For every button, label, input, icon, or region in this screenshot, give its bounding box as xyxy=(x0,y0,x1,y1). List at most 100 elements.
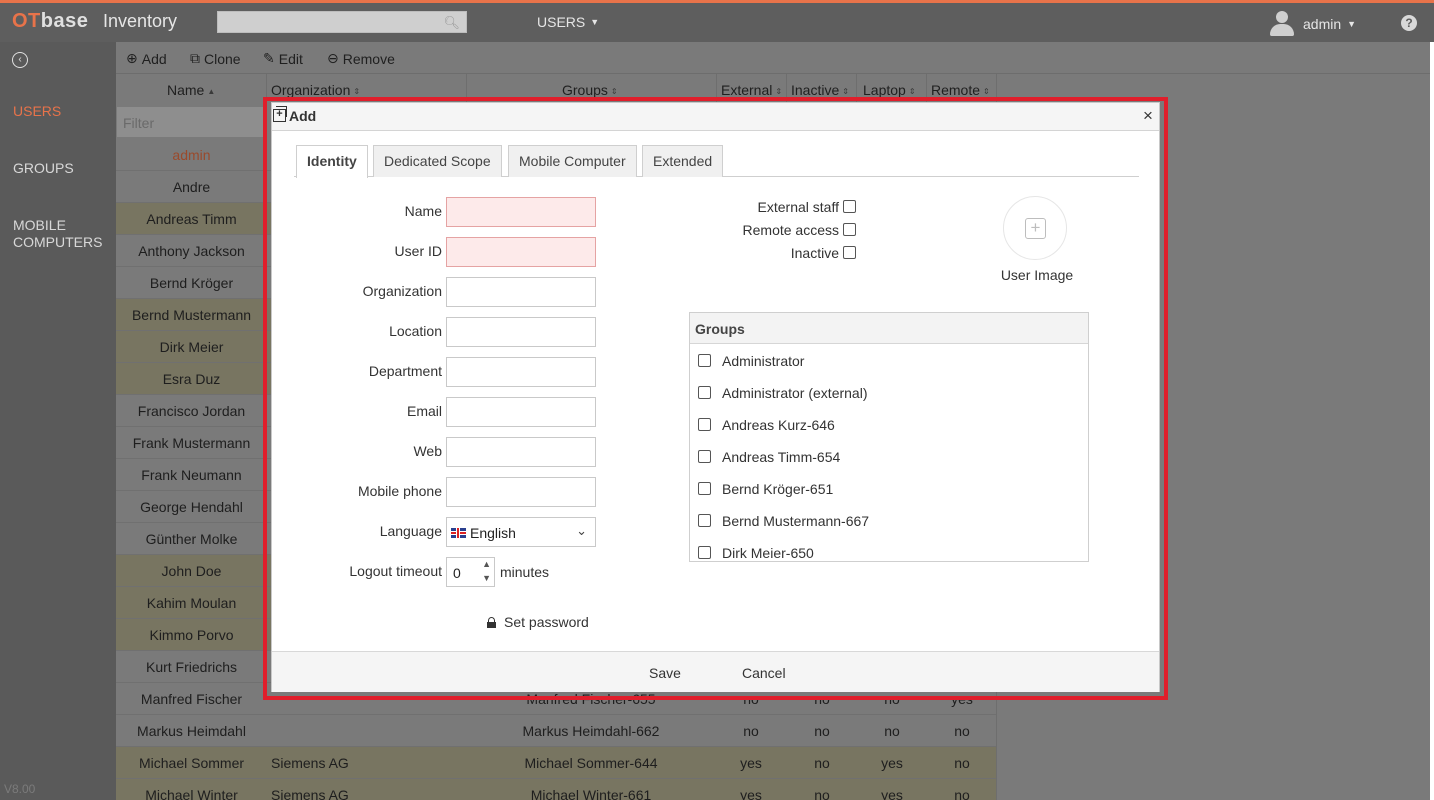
stepper-up-icon[interactable]: ▲ xyxy=(482,559,491,569)
uk-flag-icon xyxy=(451,528,466,538)
dialog-footer: Save Cancel xyxy=(272,651,1159,692)
cell-name: Manfred Fischer xyxy=(140,691,243,707)
add-user-dialog: + Add × Identity Dedicated Scope Mobile … xyxy=(271,102,1160,692)
group-checkbox[interactable] xyxy=(698,354,711,367)
email-field[interactable] xyxy=(446,397,596,427)
collapse-sidebar-icon[interactable]: ‹ xyxy=(12,52,28,68)
cell-name: Frank Neumann xyxy=(141,467,242,483)
group-item[interactable]: Administrator (external) xyxy=(690,377,1088,409)
clone-icon: ⧉ xyxy=(190,50,200,66)
sort-icon: ⇕ xyxy=(908,87,916,96)
cell-name: Esra Duz xyxy=(162,371,221,387)
name-field[interactable] xyxy=(446,197,596,227)
column-header-external[interactable]: External ⇕ xyxy=(721,82,782,98)
tab-extended[interactable]: Extended xyxy=(642,145,724,177)
sidebar-item-mobile-computers[interactable]: MOBILE COMPUTERS xyxy=(13,217,102,251)
top-bar: OTbase Inventory 🔍︎ USERS ▼ admin ▼ ? xyxy=(0,0,1434,42)
group-checkbox[interactable] xyxy=(698,418,711,431)
remote-access-checkbox[interactable] xyxy=(843,223,856,236)
user-image-label: User Image xyxy=(1000,267,1074,283)
sidebar-item-groups[interactable]: GROUPS xyxy=(13,160,74,177)
mobile-phone-field[interactable] xyxy=(446,477,596,507)
name-filter-input[interactable]: Filter xyxy=(117,107,263,137)
web-field[interactable] xyxy=(446,437,596,467)
organization-field[interactable] xyxy=(446,277,596,307)
location-field[interactable] xyxy=(446,317,596,347)
location-label: Location xyxy=(389,323,442,339)
cell-name: Dirk Meier xyxy=(159,339,224,355)
add-dialog-icon: + xyxy=(273,106,287,122)
column-header-name[interactable]: Name ▲ xyxy=(167,82,215,98)
table-row[interactable]: Markus Heimdahl Markus Heimdahl-662 no no no… xyxy=(116,715,996,747)
table-row[interactable]: Michael Winter Siemens AG Michael Winter-6… xyxy=(116,779,996,800)
cell-name: Kurt Friedrichs xyxy=(145,659,238,675)
save-button[interactable]: Save xyxy=(649,665,681,681)
external-staff-checkbox[interactable] xyxy=(843,200,856,213)
department-label: Department xyxy=(368,363,442,379)
cell-name: Bernd Mustermann xyxy=(131,307,252,323)
lock-icon xyxy=(487,617,496,628)
cell-name: Andreas Timm xyxy=(146,211,237,227)
group-label: Andreas Kurz-646 xyxy=(722,417,835,433)
search-icon[interactable]: 🔍︎ xyxy=(443,15,460,31)
global-search-input[interactable]: 🔍︎ xyxy=(217,11,467,33)
tab-identity[interactable]: Identity xyxy=(296,145,368,178)
edit-button[interactable]: ✎ Edit xyxy=(263,50,303,67)
logout-timeout-label: Logout timeout xyxy=(349,563,442,579)
dialog-tabs: Identity Dedicated Scope Mobile Computer… xyxy=(294,145,1139,178)
close-icon[interactable]: × xyxy=(1143,106,1153,126)
inactive-checkbox[interactable] xyxy=(843,246,856,259)
remove-button[interactable]: ⊖ Remove xyxy=(327,50,395,67)
dialog-title: Add xyxy=(289,108,317,124)
tab-dedicated-scope[interactable]: Dedicated Scope xyxy=(373,145,502,177)
cell-groups: Markus Heimdahl-662 xyxy=(522,723,660,739)
group-item[interactable]: Dirk Meier-650 xyxy=(690,537,1088,561)
set-password-link[interactable]: Set password xyxy=(487,614,589,630)
group-item[interactable]: Andreas Timm-654 xyxy=(690,441,1088,473)
column-header-groups[interactable]: Groups ⇕ xyxy=(562,82,618,98)
department-field[interactable] xyxy=(446,357,596,387)
language-label: Language xyxy=(379,523,442,539)
module-menu[interactable]: USERS ▼ xyxy=(537,14,599,30)
group-label: Administrator xyxy=(722,353,805,369)
group-checkbox[interactable] xyxy=(698,546,711,559)
column-header-inactive[interactable]: Inactive ⇕ xyxy=(791,82,849,98)
group-item[interactable]: Andreas Kurz-646 xyxy=(690,409,1088,441)
group-item[interactable]: Administrator xyxy=(690,345,1088,377)
group-label: Bernd Mustermann-667 xyxy=(722,513,870,529)
sidebar-item-users[interactable]: USERS xyxy=(13,103,61,120)
cell-groups: Michael Sommer-644 xyxy=(524,755,658,771)
clone-button[interactable]: ⧉ Clone xyxy=(190,50,241,67)
sidebar: ‹ USERS GROUPS MOBILE COMPUTERS V8.00 xyxy=(0,42,116,800)
app-title: Inventory xyxy=(103,11,178,31)
group-checkbox[interactable] xyxy=(698,514,711,527)
column-header-organization[interactable]: Organization ⇕ xyxy=(271,82,360,98)
group-checkbox[interactable] xyxy=(698,482,711,495)
group-item[interactable]: Bernd Kröger-651 xyxy=(690,473,1088,505)
stepper-down-icon[interactable]: ▼ xyxy=(482,573,491,583)
add-button[interactable]: ⊕ Add xyxy=(126,50,167,67)
help-icon[interactable]: ? xyxy=(1401,15,1417,31)
table-row[interactable]: Michael Sommer Siemens AG Michael Sommer-6… xyxy=(116,747,996,779)
tab-mobile-computer[interactable]: Mobile Computer xyxy=(508,145,637,177)
edit-icon: ✎ xyxy=(263,50,275,66)
web-label: Web xyxy=(413,443,442,459)
column-header-laptop[interactable]: Laptop ⇕ xyxy=(863,82,916,98)
language-select[interactable]: English ⌄ xyxy=(446,517,596,547)
plus-circle-icon: ⊕ xyxy=(126,50,138,66)
cell-name: Michael Sommer xyxy=(138,755,245,771)
user-id-field[interactable] xyxy=(446,237,596,267)
user-menu[interactable]: admin ▼ xyxy=(1270,9,1356,39)
group-item[interactable]: Bernd Mustermann-667 xyxy=(690,505,1088,537)
group-checkbox[interactable] xyxy=(698,450,711,463)
cell-rem: no xyxy=(954,723,970,739)
user-image-button[interactable]: + xyxy=(1003,196,1067,260)
column-header-remote[interactable]: Remote ⇕ xyxy=(931,82,990,98)
cancel-button[interactable]: Cancel xyxy=(742,665,786,681)
group-label: Bernd Kröger-651 xyxy=(722,481,834,497)
cell-ina: no xyxy=(814,755,830,771)
cell-ext: no xyxy=(743,723,759,739)
group-checkbox[interactable] xyxy=(698,386,711,399)
logout-timeout-stepper[interactable]: 0 ▲ ▼ xyxy=(446,557,495,587)
app-logo[interactable]: OTbase xyxy=(12,10,88,33)
